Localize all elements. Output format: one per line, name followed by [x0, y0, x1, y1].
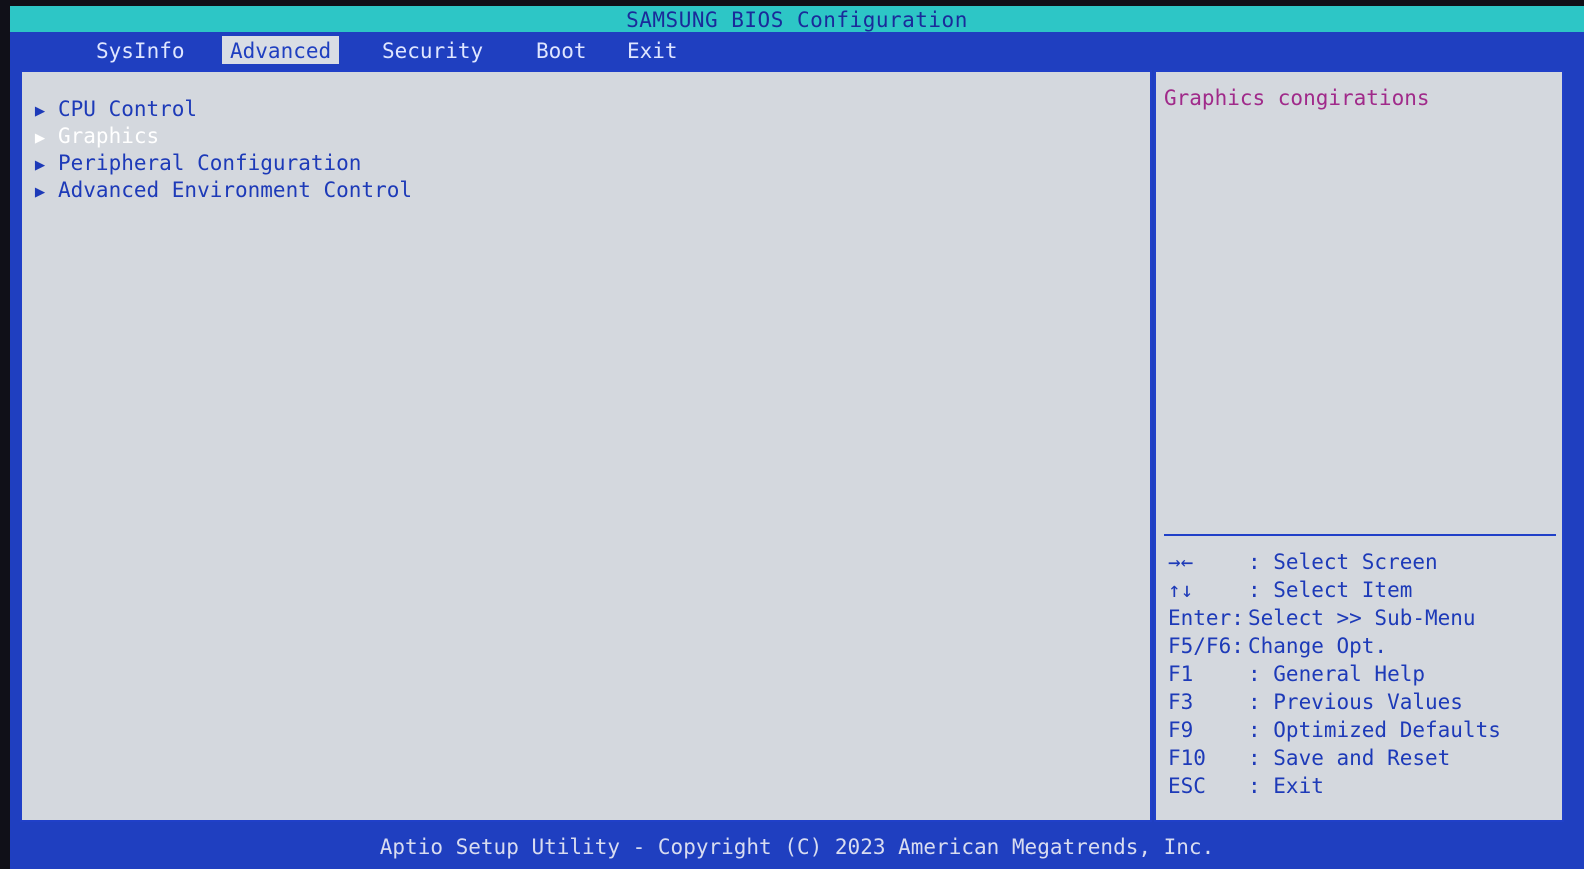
key-row-previous-values: F3 : Previous Values [1168, 688, 1501, 716]
key-desc: : Optimized Defaults [1248, 718, 1501, 742]
tab-boot[interactable]: Boot [528, 36, 595, 64]
submenu-arrow-icon: ▶ [34, 128, 46, 148]
menu-item-label: CPU Control [58, 97, 198, 121]
key-row-save-and-reset: F10 : Save and Reset [1168, 744, 1501, 772]
key-row-select-screen: →← : Select Screen [1168, 548, 1501, 576]
key-row-select-item: ↑↓ : Select Item [1168, 576, 1501, 604]
bios-title: SAMSUNG BIOS Configuration [626, 8, 968, 32]
key-desc: Change Opt. [1248, 634, 1388, 658]
key-legend: →← : Select Screen ↑↓ : Select Item Enter:… [1168, 548, 1501, 800]
submenu-arrow-icon: ▶ [34, 155, 46, 175]
copyright-footer: Aptio Setup Utility - Copyright (C) 2023… [10, 830, 1584, 869]
menu-item-advanced-environment-control[interactable]: ▶ Advanced Environment Control [22, 177, 412, 203]
key-label: F3 [1168, 690, 1194, 714]
key-desc: Select >> Sub-Menu [1248, 606, 1476, 630]
bios-title-bar: SAMSUNG BIOS Configuration [10, 6, 1584, 32]
key-desc: : General Help [1248, 662, 1426, 686]
up-down-arrows-icon: ↑↓ [1168, 578, 1194, 602]
key-desc: : Exit [1248, 774, 1324, 798]
key-desc: : Select Screen [1248, 550, 1438, 574]
menu-item-label: Peripheral Configuration [58, 151, 362, 175]
submenu-arrow-icon: ▶ [34, 182, 46, 202]
key-label: F10 [1168, 746, 1206, 770]
help-panel: Graphics congirations →← : Select Screen … [1154, 70, 1564, 822]
key-row-optimized-defaults: F9 : Optimized Defaults [1168, 716, 1501, 744]
help-divider [1164, 534, 1556, 536]
key-row-change-opt: F5/F6: Change Opt. [1168, 632, 1501, 660]
key-label: F9 [1168, 718, 1194, 742]
key-label: Enter: [1168, 606, 1244, 630]
key-label: ESC [1168, 774, 1206, 798]
tab-advanced[interactable]: Advanced [222, 36, 340, 64]
key-row-enter: Enter: Select >> Sub-Menu [1168, 604, 1501, 632]
key-row-exit: ESC : Exit [1168, 772, 1501, 800]
tab-exit[interactable]: Exit [619, 36, 686, 64]
key-label: F1 [1168, 662, 1194, 686]
bios-screen: SAMSUNG BIOS Configuration SysInfo Advan… [10, 6, 1584, 869]
menu-item-label: Advanced Environment Control [58, 178, 413, 202]
copyright-text: Aptio Setup Utility - Copyright (C) 2023… [379, 835, 1215, 859]
key-label: F5/F6: [1168, 634, 1244, 658]
key-desc: : Select Item [1248, 578, 1413, 602]
left-right-arrows-icon: →← [1168, 550, 1194, 574]
menu-item-graphics[interactable]: ▶ Graphics [22, 123, 159, 149]
key-row-general-help: F1 : General Help [1168, 660, 1501, 688]
help-text: Graphics congirations [1164, 86, 1430, 110]
submenu-arrow-icon: ▶ [34, 101, 46, 121]
key-desc: : Previous Values [1248, 690, 1463, 714]
menu-panel: ▶ CPU Control ▶ Graphics ▶ Peripheral Confi… [20, 70, 1152, 822]
tab-security[interactable]: Security [374, 36, 491, 64]
menu-tabs: SysInfo Advanced Security Boot Exit [10, 32, 1584, 66]
key-desc: : Save and Reset [1248, 746, 1451, 770]
menu-item-cpu-control[interactable]: ▶ CPU Control [22, 96, 197, 122]
menu-item-peripheral-configuration[interactable]: ▶ Peripheral Configuration [22, 150, 362, 176]
menu-item-label: Graphics [58, 124, 160, 148]
tab-sysinfo[interactable]: SysInfo [88, 36, 193, 64]
